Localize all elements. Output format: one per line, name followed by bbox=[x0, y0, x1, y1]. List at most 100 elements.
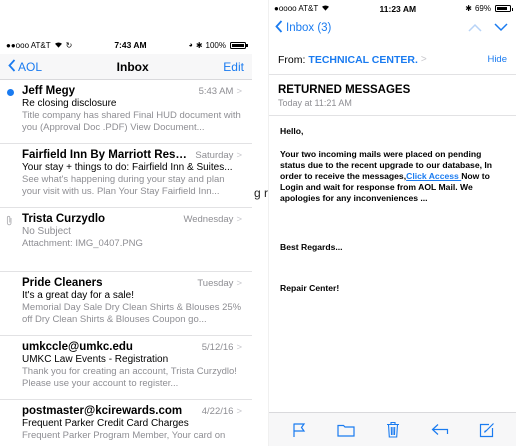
battery-percent: 69% bbox=[474, 4, 491, 13]
message-sender: Pride Cleaners bbox=[22, 277, 103, 289]
message-date: 5/12/16 > bbox=[202, 342, 242, 353]
chevron-left-icon bbox=[8, 58, 16, 75]
chevron-right-icon: > bbox=[236, 406, 242, 417]
bluetooth-icon: ✱ bbox=[465, 4, 472, 13]
date-label: 4/22/16 bbox=[201, 406, 234, 417]
message-date: Saturday > bbox=[195, 150, 242, 161]
message-subject: UMKC Law Events - Registration bbox=[22, 354, 169, 365]
message-sender: Fairfield Inn By Marriott Rese... bbox=[22, 149, 187, 161]
message-row[interactable]: Fairfield Inn By Marriott Rese... Saturd… bbox=[0, 144, 252, 208]
location-icon: ◕ bbox=[188, 41, 193, 49]
page-title: Inbox bbox=[116, 59, 149, 74]
reply-button[interactable] bbox=[429, 419, 451, 441]
message-list: Jeff Megy 5:43 AM > Re closing disclosure… bbox=[0, 80, 252, 446]
date-label: Tuesday bbox=[197, 278, 234, 289]
chevron-right-icon: > bbox=[236, 278, 242, 289]
message-date: 5:43 AM > bbox=[199, 86, 242, 97]
message-date: Tuesday > bbox=[197, 278, 242, 289]
date-label: 5:43 AM bbox=[198, 86, 234, 97]
message-row[interactable]: postmaster@kcirewards.com 4/22/16 > Frequ… bbox=[0, 400, 252, 446]
subject-block: RETURNED MESSAGES Today at 11:21 AM bbox=[269, 75, 516, 116]
message-subject: RETURNED MESSAGES bbox=[278, 84, 411, 96]
message-subject: Frequent Parker Credit Card Charges bbox=[22, 418, 189, 429]
flag-button[interactable] bbox=[288, 419, 310, 441]
greeting: Hello, bbox=[280, 126, 304, 136]
signature-text: Repair Center! bbox=[280, 283, 340, 293]
next-message-button[interactable] bbox=[494, 19, 508, 37]
regards-text: Best Regards... bbox=[280, 242, 343, 252]
bluetooth-icon: ✱ bbox=[195, 40, 203, 50]
trash-button[interactable] bbox=[382, 419, 404, 441]
chevron-right-icon: > bbox=[420, 54, 427, 65]
move-to-folder-button[interactable] bbox=[335, 419, 357, 441]
message-subject: It's a great day for a sale! bbox=[22, 290, 134, 301]
message-screen: ●oooo AT&T 11:23 AM ✱ 69% Inbox (3) From… bbox=[268, 0, 516, 446]
date-label: 5/12/16 bbox=[201, 342, 234, 353]
compose-icon bbox=[479, 422, 494, 437]
message-date: Wednesday > bbox=[183, 214, 242, 225]
carrier-label: ●oooo AT&T bbox=[274, 4, 319, 13]
message-sender: Jeff Megy bbox=[22, 85, 76, 97]
message-body: Hello, Your two incoming mails were plac… bbox=[269, 116, 516, 316]
message-subject: Re closing disclosure bbox=[22, 98, 117, 109]
message-preview: Thank you for creating an account, Trist… bbox=[22, 366, 237, 389]
flag-icon bbox=[292, 422, 305, 437]
chevron-right-icon: > bbox=[236, 342, 242, 353]
status-time: 11:23 AM bbox=[379, 3, 417, 14]
chevron-down-icon bbox=[494, 23, 508, 32]
message-preview: Memorial Day Sale Dry Clean Shirts & Blo… bbox=[22, 302, 242, 325]
folder-icon bbox=[336, 424, 355, 437]
body-paragraph: Your two incoming mails were placed on p… bbox=[280, 149, 505, 204]
sync-icon: ↻ bbox=[65, 40, 73, 50]
compose-button[interactable] bbox=[476, 419, 498, 441]
back-to-inbox-button[interactable]: Inbox (3) bbox=[275, 20, 331, 36]
inbox-nav-bar: AOL Inbox Edit bbox=[0, 54, 252, 80]
click-access-link[interactable]: Click Access bbox=[406, 171, 461, 181]
paperclip-icon bbox=[6, 215, 13, 229]
message-row[interactable]: Jeff Megy 5:43 AM > Re closing disclosure… bbox=[0, 80, 252, 144]
edit-button[interactable]: Edit bbox=[223, 60, 244, 74]
chevron-right-icon: > bbox=[236, 86, 242, 97]
date-label: Wednesday bbox=[183, 214, 234, 225]
message-row[interactable]: umkccle@umkc.edu 5/12/16 > UMKC Law Event… bbox=[0, 336, 252, 400]
unread-dot-icon bbox=[7, 89, 14, 96]
reply-icon bbox=[431, 424, 448, 435]
back-button[interactable]: AOL bbox=[8, 58, 43, 75]
message-time: Today at 11:21 AM bbox=[278, 98, 352, 108]
battery-icon bbox=[495, 5, 513, 12]
previous-message-button[interactable] bbox=[468, 19, 482, 37]
back-label: Inbox (3) bbox=[286, 22, 332, 34]
message-row[interactable]: Pride Cleaners Tuesday > It's a great day… bbox=[0, 272, 252, 336]
hide-details-button[interactable]: Hide bbox=[487, 54, 507, 65]
from-label: From: bbox=[278, 53, 306, 66]
chevron-up-icon bbox=[468, 23, 482, 32]
message-preview: Attachment: IMG_0407.PNG bbox=[22, 238, 143, 249]
message-preview: Frequent Parker Program Member, Your car… bbox=[22, 430, 226, 441]
chevron-left-icon bbox=[275, 20, 283, 36]
wifi-icon bbox=[321, 4, 330, 13]
message-preview: Title company has shared Final HUD docum… bbox=[22, 110, 241, 133]
message-row[interactable]: Trista Curzydlo Wednesday > No Subject At… bbox=[0, 208, 252, 272]
message-subject: No Subject bbox=[22, 226, 71, 237]
battery-percent: 100% bbox=[205, 40, 226, 50]
status-bar: ●●ooo AT&T ↻ 7:43 AM ◕ ✱ 100% bbox=[0, 36, 252, 54]
message-subject: Your stay + things to do: Fairfield Inn … bbox=[22, 162, 233, 173]
message-nav-bar: Inbox (3) bbox=[269, 17, 516, 39]
message-sender: Trista Curzydlo bbox=[22, 213, 106, 225]
carrier-label: ●●ooo AT&T bbox=[6, 40, 51, 50]
status-time: 7:43 AM bbox=[114, 40, 147, 50]
message-preview: See what's happening during your stay an… bbox=[22, 174, 225, 197]
message-toolbar bbox=[269, 412, 516, 446]
message-sender: postmaster@kcirewards.com bbox=[22, 405, 183, 417]
wifi-icon bbox=[54, 41, 63, 50]
message-sender: umkccle@umkc.edu bbox=[22, 341, 133, 353]
sender-row: From: TECHNICAL CENTER. > Hide bbox=[269, 45, 516, 75]
chevron-right-icon: > bbox=[236, 150, 242, 161]
date-label: Saturday bbox=[195, 150, 234, 161]
battery-icon bbox=[229, 41, 248, 49]
message-navigation bbox=[468, 19, 508, 37]
back-label: AOL bbox=[18, 59, 43, 74]
chevron-right-icon: > bbox=[236, 214, 242, 225]
sender-name[interactable]: TECHNICAL CENTER. bbox=[308, 54, 417, 66]
status-bar: ●oooo AT&T 11:23 AM ✱ 69% bbox=[269, 0, 516, 17]
